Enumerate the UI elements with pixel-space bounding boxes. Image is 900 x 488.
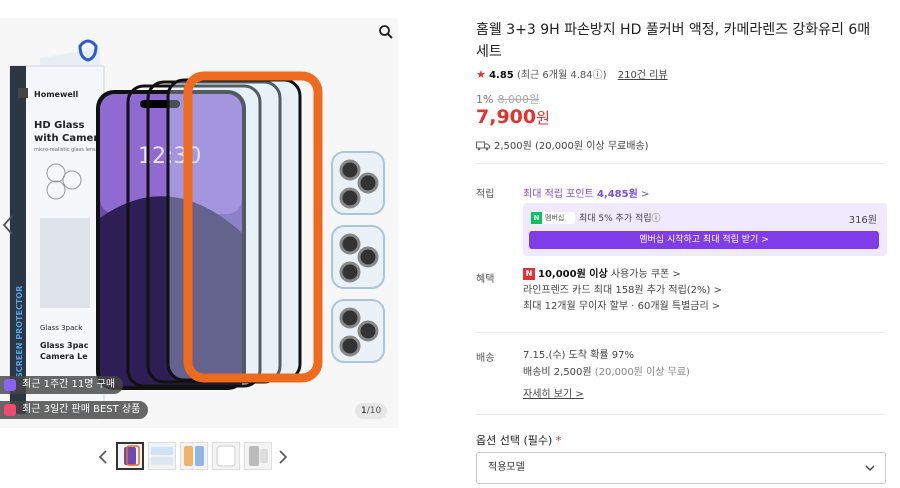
delivery-label: 배송	[476, 353, 495, 364]
discount-rate: 1%	[476, 93, 494, 106]
naver-n-badge-icon: N	[523, 268, 535, 280]
membership-logo-text: 멤버십	[545, 214, 565, 222]
prev-image-arrow-icon[interactable]	[2, 214, 14, 236]
thumb-prev-icon[interactable]	[98, 450, 108, 464]
thumbnail-4[interactable]	[212, 442, 240, 470]
required-mark: *	[555, 434, 562, 447]
best-seller-badge: 최근 3일간 판매 BEST 상품	[0, 401, 149, 419]
membership-points-amount: 316원	[848, 215, 877, 226]
thumbnail-3-image	[184, 446, 204, 466]
max-points-prefix: 최대 적립 포인트	[523, 189, 594, 200]
option-label-text: 옵션 선택 (필수)	[476, 434, 553, 447]
svg-text:SCREEN PROTECTOR: SCREEN PROTECTOR	[15, 286, 24, 378]
shipping-fee-row: 2,500원 (20,000원 이상 무료배송)	[476, 137, 649, 152]
arrival-estimate: 7.15.(수) 도착 확률 97%	[523, 350, 635, 361]
chevron-right-icon: >	[640, 189, 650, 200]
recent-purchase-text: 최근 1주간 11명 구매	[22, 379, 116, 390]
camera-lens-protectors	[331, 151, 385, 363]
shipping-fee-text: 2,500원 (20,000원 이상 무료배송)	[494, 141, 649, 152]
product-illustration: Homewell HD Glass with Camer micro-reali…	[9, 39, 385, 418]
membership-extra-points: 최대 5% 추가 적립ⓘ	[579, 214, 661, 224]
cart-icon	[4, 379, 16, 391]
product-gallery: Homewell HD Glass with Camer micro-reali…	[0, 0, 438, 488]
sale-price-unit: 원	[536, 109, 550, 127]
product-box: Homewell HD Glass with Camer micro-reali…	[9, 39, 105, 418]
max-points-amount: 4,485원	[596, 189, 638, 200]
svg-text:with Camer: with Camer	[34, 133, 98, 144]
delivery-detail-link[interactable]: 자세히 보기 >	[523, 385, 584, 400]
thumb-next-icon[interactable]	[278, 450, 288, 464]
coupon-rest: 사용가능 쿠폰 >	[607, 269, 681, 280]
option-label: 옵션 선택 (필수) *	[476, 432, 561, 448]
rating-summary: ★ 4.85 (최근 6개월 4.84ⓘ) 210건 리뷰	[476, 66, 668, 81]
discount-row: 1% 8,000원	[476, 91, 539, 107]
max-points-link[interactable]: 최대 적립 포인트 4,485원 >	[523, 185, 649, 200]
installment-row[interactable]: 최대 12개월 무이자 할부 · 60개월 특별금리 >	[523, 299, 722, 315]
rating-recent[interactable]: (최근 6개월 4.84ⓘ)	[517, 70, 607, 81]
thumbnail-3[interactable]	[180, 442, 208, 470]
divider	[476, 163, 886, 164]
naver-n-icon: N	[531, 212, 542, 224]
thumbnail-4-image	[216, 445, 236, 467]
review-count-link[interactable]: 210건 리뷰	[618, 70, 668, 81]
product-title: 홈웰 3+3 9H 파손방지 HD 풀커버 액정, 카메라렌즈 강화유리 6매 …	[476, 22, 871, 60]
rating-score: 4.85	[489, 70, 514, 81]
thumbnail-strip	[98, 442, 298, 470]
divider	[476, 414, 886, 415]
option-select-value: 적용모델	[488, 462, 525, 473]
thumbnail-5-image	[249, 446, 268, 466]
thumbnail-2-image	[151, 447, 173, 465]
points-label: 적립	[476, 189, 495, 200]
svg-text:Glass 3pack: Glass 3pack	[40, 324, 83, 332]
svg-text:micro-realistic glass lens: micro-realistic glass lens	[34, 147, 96, 153]
svg-text:Glass 3pac: Glass 3pac	[40, 341, 89, 350]
card-points-row[interactable]: 라인프렌즈 카드 최대 158원 추가 적립(2%) >	[523, 283, 722, 299]
thumbnail-5[interactable]	[244, 442, 272, 470]
main-product-image[interactable]: Homewell HD Glass with Camer micro-reali…	[0, 18, 398, 428]
membership-start-button[interactable]: 멤버십 시작하고 최대 적립 받기 >	[529, 231, 879, 249]
thumbnail-1[interactable]	[116, 442, 144, 470]
recent-purchase-badge: 최근 1주간 11명 구매	[0, 376, 124, 394]
svg-text:HD Glass: HD Glass	[34, 120, 84, 131]
coupon-row[interactable]: N 10,000원 이상 사용가능 쿠폰 >	[523, 267, 722, 283]
benefits-label: 혜택	[476, 274, 495, 285]
sale-price-value: 7,900	[476, 106, 537, 128]
image-counter: 1/10	[355, 403, 388, 419]
model-option-select[interactable]: 적용모델	[476, 452, 886, 484]
thumbnail-2[interactable]	[148, 442, 176, 470]
delivery-fee: 배송비 2,500원 (20,000원 이상 무료)	[523, 364, 690, 381]
best-seller-text: 최근 3일간 판매 BEST 상품	[22, 404, 141, 415]
zoom-icon[interactable]	[378, 24, 394, 40]
coupon-amount: 10,000원 이상	[538, 269, 608, 280]
divider	[476, 332, 886, 333]
truck-icon	[476, 141, 490, 151]
benefits-list: N 10,000원 이상 사용가능 쿠폰 > 라인프렌즈 카드 최대 158원 추…	[523, 267, 722, 315]
membership-logo: N 멤버십	[531, 212, 575, 224]
svg-text:Homewell: Homewell	[34, 90, 79, 99]
trophy-icon	[4, 404, 16, 416]
delivery-fee-amount: 배송비 2,500원	[523, 367, 592, 378]
star-icon: ★	[476, 68, 486, 81]
sale-price: 7,900원	[476, 106, 550, 128]
image-counter-total: /10	[366, 406, 382, 416]
original-price: 8,000원	[497, 93, 540, 106]
delivery-info: 7.15.(수) 도착 확률 97% 배송비 2,500원 (20,000원 이…	[523, 347, 690, 381]
chevron-down-icon	[865, 465, 875, 471]
delivery-fee-note: (20,000원 이상 무료)	[591, 367, 690, 378]
svg-text:Camera Le: Camera Le	[40, 352, 88, 361]
thumbnail-1-image	[124, 445, 140, 466]
membership-box: N 멤버십 최대 5% 추가 적립ⓘ 316원 멤버십 시작하고 최대 적립 받기…	[523, 203, 887, 256]
